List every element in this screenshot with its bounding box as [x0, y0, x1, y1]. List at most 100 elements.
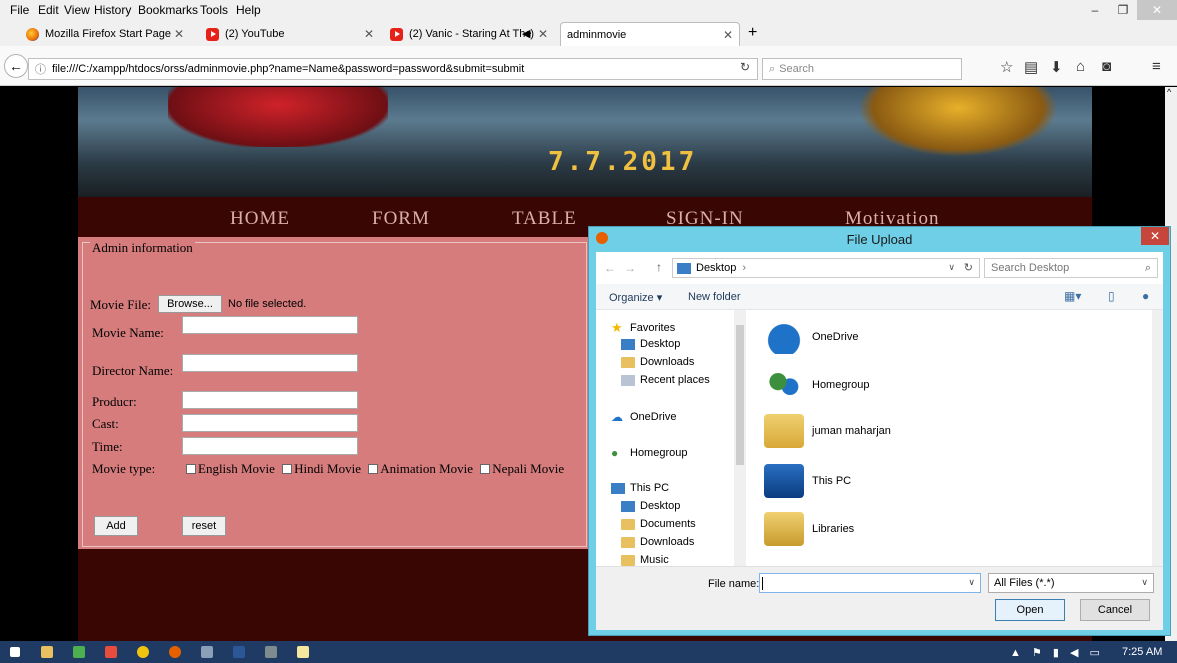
hamburger-menu-icon[interactable]: ≡ [1152, 58, 1161, 75]
taskbar-chrome[interactable] [130, 643, 156, 661]
music-folder-icon [621, 554, 635, 566]
new-folder-button[interactable]: New folder [688, 291, 741, 303]
back-button[interactable]: ← [4, 54, 28, 78]
browse-button[interactable]: Browse... [158, 295, 222, 313]
url-bar[interactable]: ⓘ file:///C:/xampp/htdocs/orss/adminmovi… [28, 58, 758, 80]
taskbar-store[interactable] [66, 643, 92, 661]
menu-tools[interactable]: Tools [200, 3, 228, 17]
file-type-select[interactable]: All Files (*.*) ∨ [988, 573, 1154, 593]
nav-label: Downloads [640, 536, 695, 548]
close-icon[interactable]: ✕ [1137, 0, 1177, 20]
nav-fav-desktop[interactable]: Desktop [621, 338, 680, 350]
bookmark-star-icon[interactable]: ☆ [1000, 58, 1013, 76]
menu-bookmarks[interactable]: Bookmarks [138, 3, 198, 17]
up-arrow-icon[interactable]: ↑ [656, 260, 662, 274]
english-movie-checkbox[interactable] [186, 464, 196, 474]
downloads-icon[interactable]: ⬇ [1050, 58, 1063, 76]
new-tab-button[interactable]: + [748, 24, 757, 42]
nav-pc-documents[interactable]: Documents [621, 518, 696, 530]
nav-form[interactable]: FORM [372, 208, 430, 230]
nav-fav-downloads[interactable]: Downloads [621, 356, 694, 368]
view-options-icon[interactable]: ▦▾ [1064, 289, 1081, 303]
taskbar-explorer[interactable] [34, 643, 60, 661]
file-item-onedrive[interactable]: OneDrive [764, 320, 858, 354]
tab-close-icon[interactable]: ✕ [538, 27, 548, 41]
refresh-icon[interactable]: ↻ [964, 261, 973, 274]
reload-icon[interactable]: ↻ [740, 60, 750, 74]
time-input[interactable] [182, 437, 358, 455]
menu-history[interactable]: History [94, 3, 131, 17]
file-item-thispc[interactable]: This PC [764, 464, 851, 498]
search-input[interactable]: ⌕ Search [762, 58, 962, 80]
animation-movie-checkbox[interactable] [368, 464, 379, 474]
nav-pc-desktop[interactable]: Desktop [621, 500, 680, 512]
recent-places-icon [621, 374, 635, 386]
taskbar-notes[interactable] [290, 643, 316, 661]
chevron-down-icon[interactable]: ∨ [948, 262, 955, 273]
home-icon[interactable]: ⌂ [1076, 58, 1085, 75]
taskbar-word[interactable] [226, 643, 252, 661]
scroll-up-icon[interactable]: ^ [1167, 87, 1171, 97]
chevron-down-icon[interactable]: ∨ [968, 577, 975, 588]
nav-pc-music[interactable]: Music [621, 554, 669, 566]
nav-pane-scroll-thumb[interactable] [736, 325, 744, 465]
reader-list-icon[interactable]: ▤ [1024, 58, 1038, 76]
add-button[interactable]: Add [94, 516, 138, 536]
file-item-homegroup[interactable]: Homegroup [764, 368, 869, 402]
open-button[interactable]: Open [995, 599, 1065, 621]
menu-file[interactable]: File [10, 3, 29, 17]
taskbar-firefox[interactable] [162, 643, 188, 661]
maximize-icon[interactable]: ❐ [1109, 0, 1137, 20]
forward-arrow-icon[interactable]: → [624, 261, 636, 275]
file-list-scrollbar[interactable] [1152, 310, 1163, 566]
system-tray-icons[interactable]: ▲ ⚑ ▮ ◀ ▭ [1010, 646, 1104, 659]
producer-input[interactable] [182, 391, 358, 409]
nav-home[interactable]: HOME [230, 208, 290, 230]
file-item-user[interactable]: juman maharjan [764, 414, 891, 448]
cast-label: Cast: [92, 416, 119, 431]
start-button[interactable] [2, 643, 28, 661]
help-icon[interactable]: ● [1142, 289, 1149, 303]
tab-close-icon[interactable]: ✕ [364, 27, 374, 41]
taskbar-clock[interactable]: 7:25 AM [1122, 646, 1162, 658]
menu-view[interactable]: View [64, 3, 90, 17]
taskbar-app2[interactable] [194, 643, 220, 661]
nav-table[interactable]: TABLE [512, 208, 577, 230]
tab-adminmovie[interactable]: adminmovie ✕ [560, 22, 740, 46]
file-name-input[interactable]: ∨ [759, 573, 981, 593]
tab-close-icon[interactable]: ✕ [174, 27, 184, 41]
dialog-search-input[interactable]: Search Desktop ⌕ [984, 258, 1158, 278]
director-name-label: Director Name: [92, 363, 174, 378]
preview-pane-icon[interactable]: ▯ [1108, 289, 1115, 303]
tab-firefox-start[interactable]: Mozilla Firefox Start Page ✕ [20, 22, 190, 46]
nav-favorites[interactable]: ★ Favorites [611, 320, 675, 336]
nepali-movie-checkbox[interactable] [480, 464, 491, 474]
pocket-icon[interactable]: ◙ [1102, 58, 1111, 75]
menu-help[interactable]: Help [236, 3, 261, 17]
taskbar-app[interactable] [98, 643, 124, 661]
speaker-icon[interactable]: ◀) [522, 27, 534, 40]
cast-input[interactable] [182, 414, 358, 432]
nav-fav-recent[interactable]: Recent places [621, 374, 710, 386]
dialog-close-button[interactable]: ✕ [1141, 227, 1169, 245]
info-icon[interactable]: ⓘ [35, 61, 46, 77]
taskbar-media[interactable] [258, 643, 284, 661]
nav-onedrive[interactable]: ☁ OneDrive [611, 410, 676, 424]
nav-pc-downloads[interactable]: Downloads [621, 536, 694, 548]
tab-vanic[interactable]: (2) Vanic - Staring At The ◀) ✕ [384, 22, 554, 46]
minimize-icon[interactable]: ‒ [1081, 0, 1109, 20]
location-bar[interactable]: Desktop › ∨ ↻ [672, 258, 980, 278]
tab-youtube[interactable]: (2) YouTube ✕ [200, 22, 380, 46]
file-item-libraries[interactable]: Libraries [764, 512, 854, 546]
cancel-button[interactable]: Cancel [1080, 599, 1150, 621]
tab-close-icon[interactable]: ✕ [723, 28, 733, 42]
hindi-movie-checkbox[interactable] [282, 464, 293, 474]
nav-thispc[interactable]: This PC [611, 482, 669, 494]
director-name-input[interactable] [182, 354, 358, 372]
menu-edit[interactable]: Edit [38, 3, 59, 17]
back-arrow-icon[interactable]: ← [604, 261, 616, 275]
nav-homegroup[interactable]: ● Homegroup [611, 446, 687, 460]
reset-button[interactable]: reset [182, 516, 226, 536]
organize-button[interactable]: Organize ▾ [609, 291, 662, 304]
movie-name-input[interactable] [182, 316, 358, 334]
